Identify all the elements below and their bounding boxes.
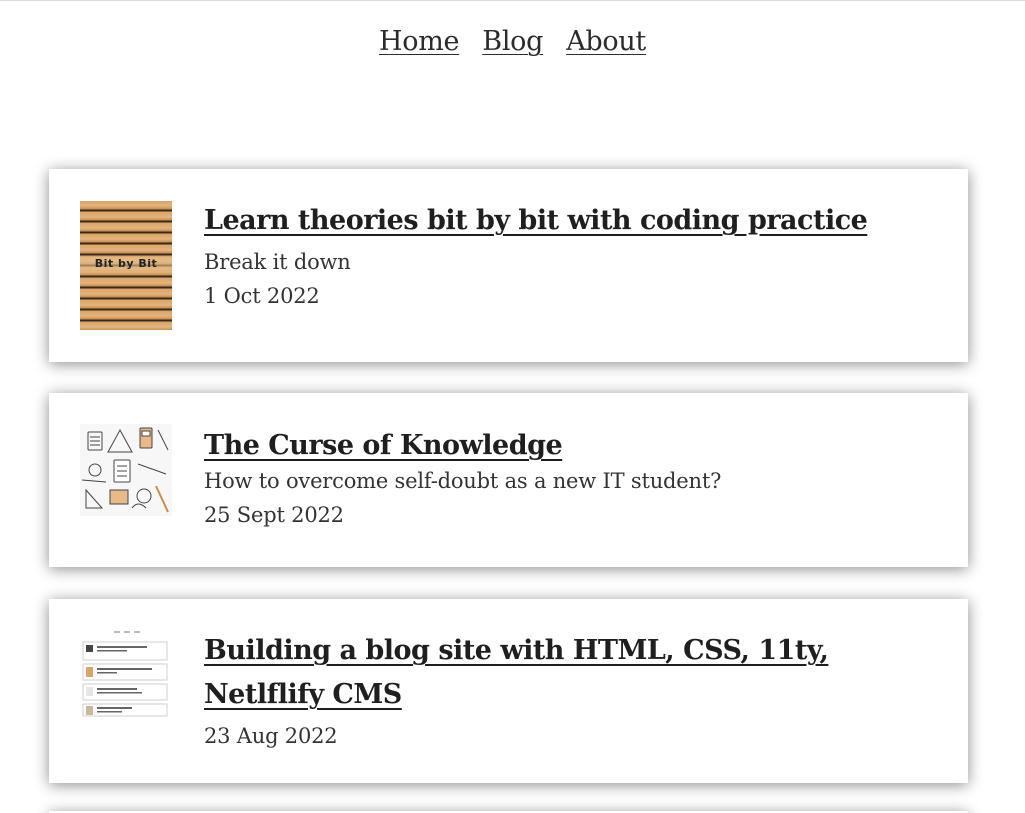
post-title-link[interactable]: The Curse of Knowledge: [204, 424, 938, 468]
nav-link-home[interactable]: Home: [379, 26, 459, 57]
post-date: 25 Sept 2022: [204, 503, 344, 527]
thumbnail-caption: Bit by Bit: [80, 257, 172, 270]
post-thumbnail-image[interactable]: [80, 629, 172, 717]
nav-link-about[interactable]: About: [566, 26, 646, 57]
post-description: Break it down: [204, 250, 351, 274]
post-date: 23 Aug 2022: [204, 724, 338, 748]
post-title-link[interactable]: Building a blog site with HTML, CSS, 11t…: [204, 629, 938, 717]
post-card: The Curse of Knowledge How to overcome s…: [49, 393, 968, 567]
post-date: 1 Oct 2022: [204, 284, 320, 308]
stationery-doodle-icon: [80, 424, 172, 516]
post-thumbnail-image[interactable]: Bit by Bit: [80, 201, 172, 330]
post-card: Building a blog site with HTML, CSS, 11t…: [49, 599, 968, 783]
main-nav: Home Blog About: [0, 26, 1025, 57]
top-border: [0, 0, 1025, 1]
nav-link-blog[interactable]: Blog: [482, 26, 543, 57]
post-title-link[interactable]: Learn theories bit by bit with coding pr…: [204, 199, 938, 243]
post-description: How to overcome self-doubt as a new IT s…: [204, 469, 722, 493]
blog-screenshot-icon: [80, 629, 172, 717]
post-thumbnail-image[interactable]: [80, 424, 172, 516]
post-card: Bit by Bit Learn theories bit by bit wit…: [49, 169, 968, 362]
